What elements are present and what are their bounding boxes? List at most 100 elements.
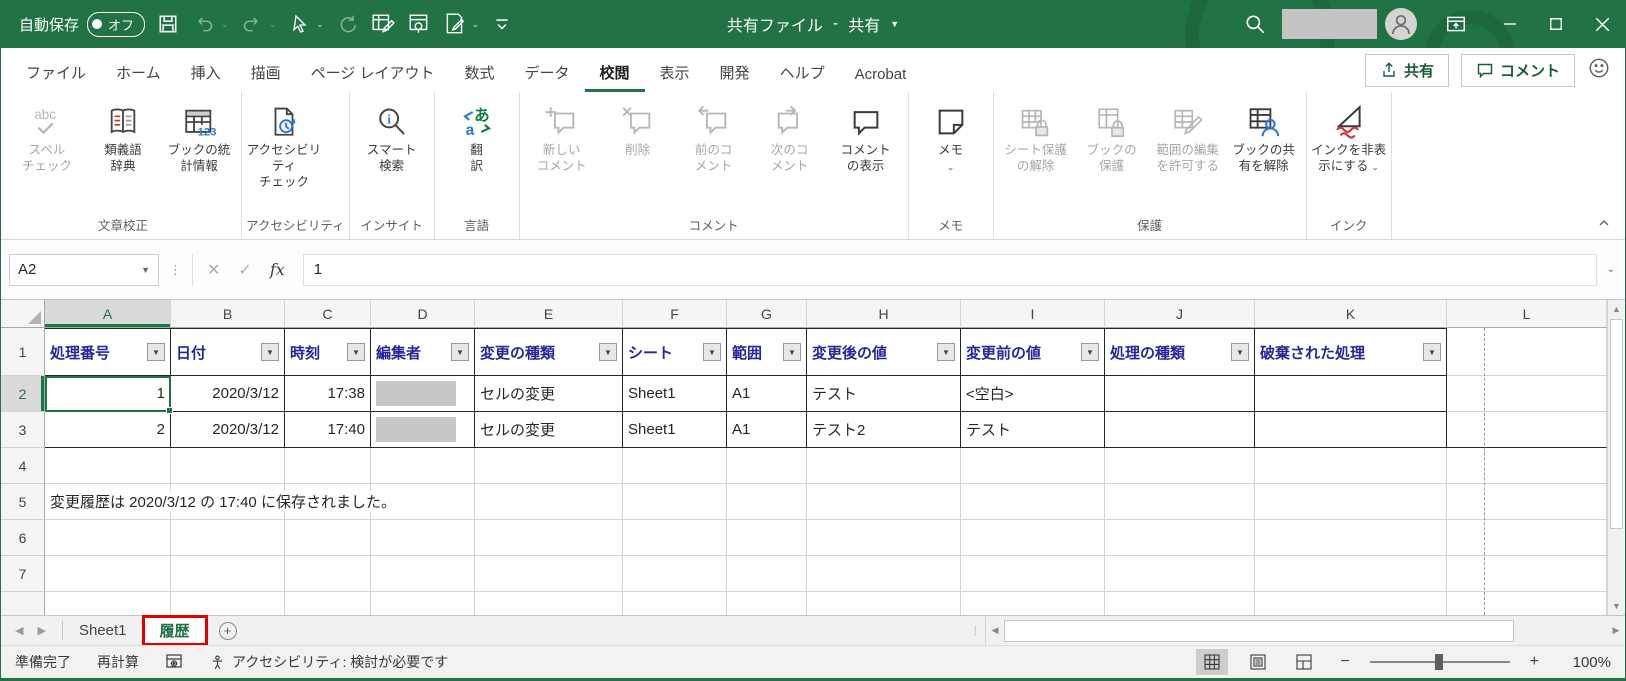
qat-inspect-button[interactable] bbox=[406, 11, 432, 37]
row-header-7[interactable]: 7 bbox=[1, 556, 45, 592]
history-header-cell[interactable]: 時刻 ▼ bbox=[285, 328, 371, 376]
history-header-cell[interactable]: シート ▼ bbox=[623, 328, 727, 376]
data-cell[interactable] bbox=[371, 376, 475, 412]
filter-dropdown-button[interactable]: ▼ bbox=[451, 343, 469, 361]
ribbon-display-options-button[interactable] bbox=[1443, 11, 1469, 37]
history-header-cell[interactable]: 処理の種類 ▼ bbox=[1105, 328, 1255, 376]
macro-record-button[interactable] bbox=[165, 653, 183, 671]
history-header-cell[interactable]: 範囲 ▼ bbox=[727, 328, 807, 376]
data-cell[interactable]: セルの変更 bbox=[475, 376, 623, 412]
history-header-cell[interactable]: 破棄された処理 ▼ bbox=[1255, 328, 1447, 376]
touch-mouse-mode-button[interactable] bbox=[286, 11, 312, 37]
data-cell[interactable]: <空白> bbox=[961, 376, 1105, 412]
show-comments-button[interactable]: コメント の表示 bbox=[828, 96, 904, 174]
qat-overflow-button[interactable] bbox=[489, 11, 515, 37]
empty-cell[interactable] bbox=[1447, 592, 1607, 615]
history-header-cell[interactable]: 処理番号 ▼ bbox=[45, 328, 171, 376]
empty-cell[interactable] bbox=[1255, 448, 1447, 484]
empty-cell[interactable] bbox=[1447, 448, 1607, 484]
thesaurus-button[interactable]: 類義語 辞典 bbox=[85, 96, 161, 174]
column-header-I[interactable]: I bbox=[961, 300, 1105, 328]
page-break-preview-button[interactable] bbox=[1288, 649, 1320, 675]
column-header-H[interactable]: H bbox=[807, 300, 961, 328]
empty-cell[interactable] bbox=[961, 484, 1105, 520]
empty-cell[interactable] bbox=[1255, 556, 1447, 592]
data-cell[interactable]: A1 bbox=[727, 412, 807, 448]
formula-bar-input[interactable]: 1 bbox=[302, 253, 1597, 286]
column-header-E[interactable]: E bbox=[475, 300, 623, 328]
ribbon-tab-5[interactable]: 数式 bbox=[449, 50, 509, 92]
empty-cell[interactable] bbox=[1447, 484, 1607, 520]
column-header-A[interactable]: A bbox=[45, 300, 171, 328]
workbook-stats-button[interactable]: 123 ブックの統 計情報 bbox=[161, 96, 237, 174]
data-cell[interactable]: 17:38 bbox=[285, 376, 371, 412]
filter-dropdown-button[interactable]: ▼ bbox=[261, 343, 279, 361]
filter-dropdown-button[interactable]: ▼ bbox=[703, 343, 721, 361]
share-button[interactable]: 共有 bbox=[1364, 53, 1449, 87]
empty-cell[interactable] bbox=[807, 448, 961, 484]
data-cell[interactable] bbox=[1447, 412, 1607, 448]
history-header-cell[interactable]: 変更の種類 ▼ bbox=[475, 328, 623, 376]
empty-cell[interactable] bbox=[475, 592, 623, 615]
data-cell[interactable] bbox=[1255, 412, 1447, 448]
filter-dropdown-button[interactable]: ▼ bbox=[783, 343, 801, 361]
filter-dropdown-button[interactable]: ▼ bbox=[1081, 343, 1099, 361]
data-cell[interactable] bbox=[1447, 376, 1607, 412]
ribbon-tab-9[interactable]: 開発 bbox=[705, 50, 765, 92]
empty-cell[interactable] bbox=[1255, 520, 1447, 556]
data-cell[interactable]: 1 bbox=[45, 376, 171, 412]
collapse-ribbon-button[interactable] bbox=[1597, 216, 1611, 233]
data-cell[interactable] bbox=[1105, 412, 1255, 448]
data-cell[interactable]: 2 bbox=[45, 412, 171, 448]
data-cell[interactable] bbox=[1105, 376, 1255, 412]
empty-cell[interactable] bbox=[807, 556, 961, 592]
empty-cell[interactable] bbox=[807, 520, 961, 556]
empty-cell[interactable] bbox=[807, 592, 961, 615]
tab-scroll-splitter[interactable]: ⁞ bbox=[966, 616, 985, 645]
ribbon-tab-8[interactable]: 表示 bbox=[645, 50, 705, 92]
empty-cell[interactable]: 変更履歴は 2020/3/12 の 17:40 に保存されました。 bbox=[45, 484, 402, 520]
empty-cell[interactable] bbox=[727, 592, 807, 615]
history-header-cell[interactable]: 変更後の値 ▼ bbox=[807, 328, 961, 376]
ribbon-tab-1[interactable]: ホーム bbox=[101, 50, 176, 92]
column-header-G[interactable]: G bbox=[727, 300, 807, 328]
column-header-B[interactable]: B bbox=[171, 300, 285, 328]
column-header-J[interactable]: J bbox=[1105, 300, 1255, 328]
empty-cell[interactable] bbox=[171, 448, 285, 484]
data-cell[interactable]: 2020/3/12 bbox=[171, 376, 285, 412]
zoom-level[interactable]: 100% bbox=[1559, 654, 1611, 671]
insert-function-button[interactable]: fx bbox=[270, 260, 285, 279]
name-box-caret-icon[interactable]: ▼ bbox=[141, 265, 150, 275]
history-header-cell[interactable]: 編集者 ▼ bbox=[371, 328, 475, 376]
accessibility-check-button[interactable]: アクセシビリティ チェック bbox=[246, 96, 322, 190]
row-header-2[interactable]: 2 bbox=[1, 376, 45, 412]
empty-cell[interactable] bbox=[727, 484, 807, 520]
empty-cell[interactable] bbox=[171, 556, 285, 592]
ribbon-tab-2[interactable]: 挿入 bbox=[176, 50, 236, 92]
data-cell[interactable] bbox=[1255, 376, 1447, 412]
empty-cell[interactable] bbox=[171, 592, 285, 615]
ribbon-tab-6[interactable]: データ bbox=[510, 50, 585, 92]
zoom-slider-thumb[interactable] bbox=[1434, 654, 1443, 670]
empty-cell[interactable] bbox=[285, 520, 371, 556]
empty-cell[interactable] bbox=[1255, 484, 1447, 520]
row-header-4[interactable]: 4 bbox=[1, 448, 45, 484]
data-cell[interactable]: テスト bbox=[807, 376, 961, 412]
smart-lookup-button[interactable]: i スマート 検索 bbox=[354, 96, 430, 174]
empty-cell[interactable] bbox=[371, 556, 475, 592]
column-header-F[interactable]: F bbox=[623, 300, 727, 328]
data-cell[interactable]: Sheet1 bbox=[623, 376, 727, 412]
filter-dropdown-button[interactable]: ▼ bbox=[1231, 343, 1249, 361]
empty-cell[interactable] bbox=[371, 592, 475, 615]
empty-cell[interactable] bbox=[1105, 484, 1255, 520]
empty-cell[interactable] bbox=[371, 520, 475, 556]
empty-cell[interactable] bbox=[285, 592, 371, 615]
row-header-5[interactable]: 5 bbox=[1, 484, 45, 520]
empty-cell[interactable] bbox=[1105, 448, 1255, 484]
empty-cell[interactable] bbox=[1447, 556, 1607, 592]
empty-cell[interactable] bbox=[371, 448, 475, 484]
empty-cell[interactable] bbox=[727, 556, 807, 592]
column-header-L[interactable]: L bbox=[1447, 300, 1607, 328]
page-layout-view-button[interactable] bbox=[1242, 649, 1274, 675]
empty-cell[interactable] bbox=[475, 556, 623, 592]
